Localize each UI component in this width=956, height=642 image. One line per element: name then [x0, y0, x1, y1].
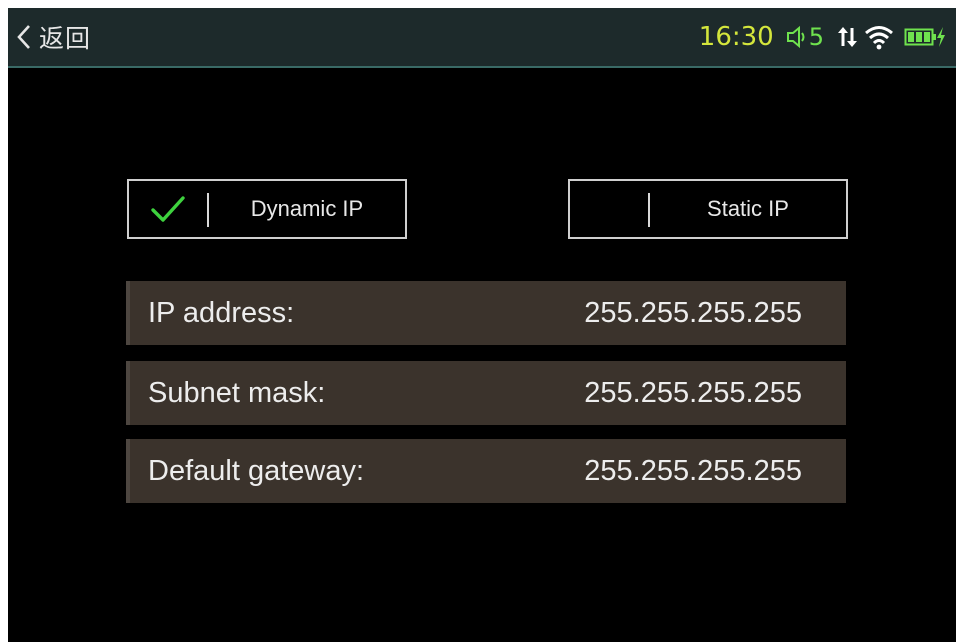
clock: 16:30 [698, 22, 774, 52]
static-ip-label: Static IP [707, 196, 789, 221]
device-screen: 返回 16:30 5 Dynamic IP Static IP IP addre… [8, 8, 956, 642]
back-button[interactable]: 返回 [16, 16, 91, 58]
wifi-icon [864, 24, 894, 50]
default-gateway-label: Default gateway: [148, 454, 365, 487]
battery-charging-icon [904, 25, 946, 49]
default-gateway-row: Default gateway: 255.255.255.255 [126, 439, 846, 503]
subnet-mask-value: 255.255.255.255 [584, 376, 802, 409]
ip-address-row: IP address: 255.255.255.255 [126, 281, 846, 345]
back-chevron-icon [16, 24, 32, 50]
volume-icon [786, 25, 808, 49]
static-ip-check [570, 181, 648, 237]
status-bar: 返回 16:30 5 [8, 8, 956, 68]
subnet-mask-label: Subnet mask: [148, 376, 326, 409]
dynamic-ip-button[interactable]: Dynamic IP [127, 179, 407, 239]
data-transfer-icon [837, 25, 859, 49]
volume-indicator: 5 [786, 23, 824, 51]
subnet-mask-row: Subnet mask: 255.255.255.255 [126, 361, 846, 425]
back-label: 返回 [39, 24, 92, 53]
dynamic-ip-check [129, 181, 207, 237]
static-ip-button[interactable]: Static IP [568, 179, 848, 239]
status-indicators: 16:30 5 [699, 16, 946, 58]
ip-address-value: 255.255.255.255 [584, 296, 802, 329]
checkmark-icon [150, 194, 186, 224]
ip-address-label: IP address: [148, 296, 295, 329]
volume-level: 5 [808, 23, 824, 51]
dynamic-ip-label: Dynamic IP [250, 196, 364, 221]
default-gateway-value: 255.255.255.255 [584, 454, 802, 487]
